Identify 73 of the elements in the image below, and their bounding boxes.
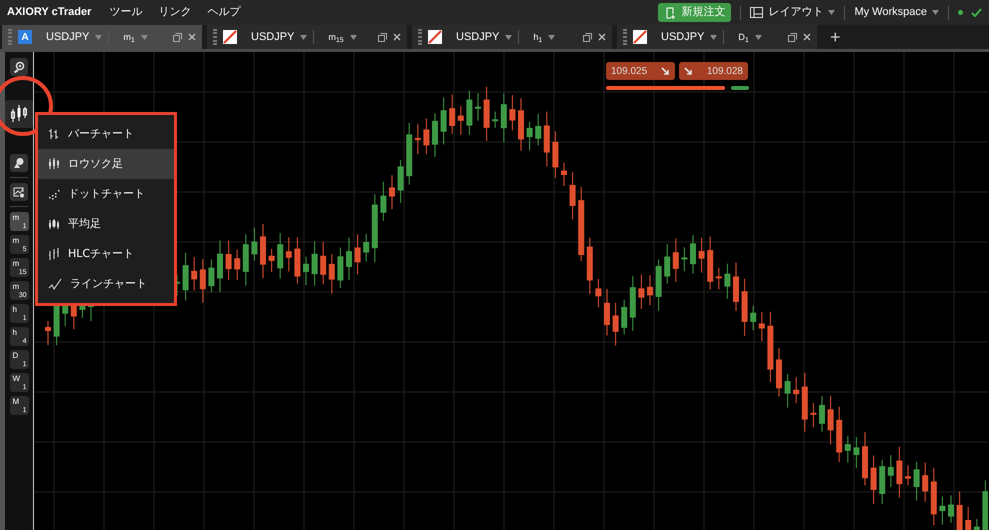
chart-tab[interactable]: USDJPY h$_{1}$ — [412, 25, 612, 49]
layout-dropdown[interactable]: レイアウト — [750, 4, 836, 21]
caret-icon — [710, 34, 718, 40]
add-tab-button[interactable]: + — [830, 25, 841, 49]
symbol-icon — [223, 30, 237, 44]
shapes-icon — [13, 157, 25, 169]
close-icon[interactable] — [803, 33, 811, 41]
sell-price-button[interactable]: 109.025 — [606, 62, 675, 80]
candlestick-icon — [9, 104, 29, 124]
close-icon[interactable] — [393, 33, 401, 41]
shapes-button[interactable] — [10, 154, 28, 172]
detach-icon[interactable] — [173, 32, 182, 42]
workspace-dropdown[interactable]: My Workspace — [854, 4, 939, 21]
caret-icon — [548, 34, 556, 40]
chart-type-option[interactable]: HLCチャート — [38, 239, 174, 269]
detach-icon[interactable] — [378, 32, 387, 42]
candlestick-icon — [48, 218, 60, 230]
zoom-in-icon — [13, 61, 25, 73]
detach-icon[interactable] — [788, 32, 797, 42]
period-label[interactable]: h$_{1}$ — [533, 32, 542, 42]
drag-handle-icon — [213, 29, 217, 45]
candlestick-icon — [48, 158, 60, 170]
period-label[interactable]: m$_{1}$ — [123, 32, 135, 42]
symbol-label[interactable]: USDJPY — [251, 28, 294, 46]
chart-type-option[interactable]: 平均足 — [38, 209, 174, 239]
chart-type-option[interactable]: ラインチャート — [38, 269, 174, 299]
zoom-button[interactable] — [10, 58, 28, 76]
period-label[interactable]: m$_{15}$ — [328, 32, 344, 42]
menu-item[interactable]: ヘルプ — [207, 4, 240, 21]
symbol-icon: A — [18, 30, 32, 44]
close-icon[interactable] — [188, 33, 196, 41]
chart-settings-icon — [13, 186, 25, 198]
chart-tab[interactable]: USDJPY m$_{15}$ — [207, 25, 407, 49]
chart-type-option[interactable]: ドットチャート — [38, 179, 174, 209]
drag-handle-icon — [418, 29, 422, 45]
bar-chart-icon — [48, 128, 60, 140]
menu-item[interactable]: ツール — [109, 4, 142, 21]
close-icon[interactable] — [598, 33, 606, 41]
detach-icon[interactable] — [583, 32, 592, 42]
caret-icon — [505, 34, 512, 40]
chart-tab[interactable]: USDJPY D$_{1}$ — [617, 25, 817, 49]
period-label[interactable]: D$_{1}$ — [738, 32, 749, 42]
symbol-label[interactable]: USDJPY — [46, 28, 90, 46]
line-chart-icon — [48, 278, 62, 290]
checkmark-icon — [971, 8, 982, 17]
caret-icon — [300, 34, 308, 40]
layout-icon — [750, 7, 764, 18]
caret-icon — [140, 34, 148, 40]
symbol-label[interactable]: USDJPY — [456, 28, 500, 46]
menu-item[interactable]: リンク — [158, 4, 192, 21]
caret-icon — [754, 34, 762, 40]
chart-type-option[interactable]: ロウソク足 — [38, 149, 174, 179]
symbol-label[interactable]: USDJPY — [661, 28, 704, 46]
symbol-icon — [633, 30, 647, 44]
chart-type-button[interactable] — [5, 100, 33, 128]
caret-icon — [350, 34, 357, 40]
app-name: AXIORY cTrader — [7, 5, 92, 20]
buy-price-button[interactable]: 109.028 — [679, 62, 748, 80]
symbol-icon — [428, 30, 442, 44]
caret-icon — [932, 10, 939, 15]
chart-tab[interactable]: A USDJPY m$_{1}$ — [2, 25, 202, 49]
dots-icon — [48, 188, 60, 200]
drag-handle-icon — [8, 29, 12, 45]
arrow-icon — [684, 66, 693, 76]
new-order-icon — [664, 6, 676, 18]
chart-settings-button[interactable] — [10, 183, 28, 201]
drag-handle-icon — [623, 29, 627, 45]
caret-icon — [828, 10, 836, 15]
hlc-bars-icon — [48, 248, 60, 260]
new-order-button[interactable]: 新規注文 — [658, 3, 732, 22]
caret-icon — [95, 34, 102, 40]
chart-type-option[interactable]: バーチャート — [38, 119, 174, 149]
arrow-icon — [661, 66, 670, 76]
